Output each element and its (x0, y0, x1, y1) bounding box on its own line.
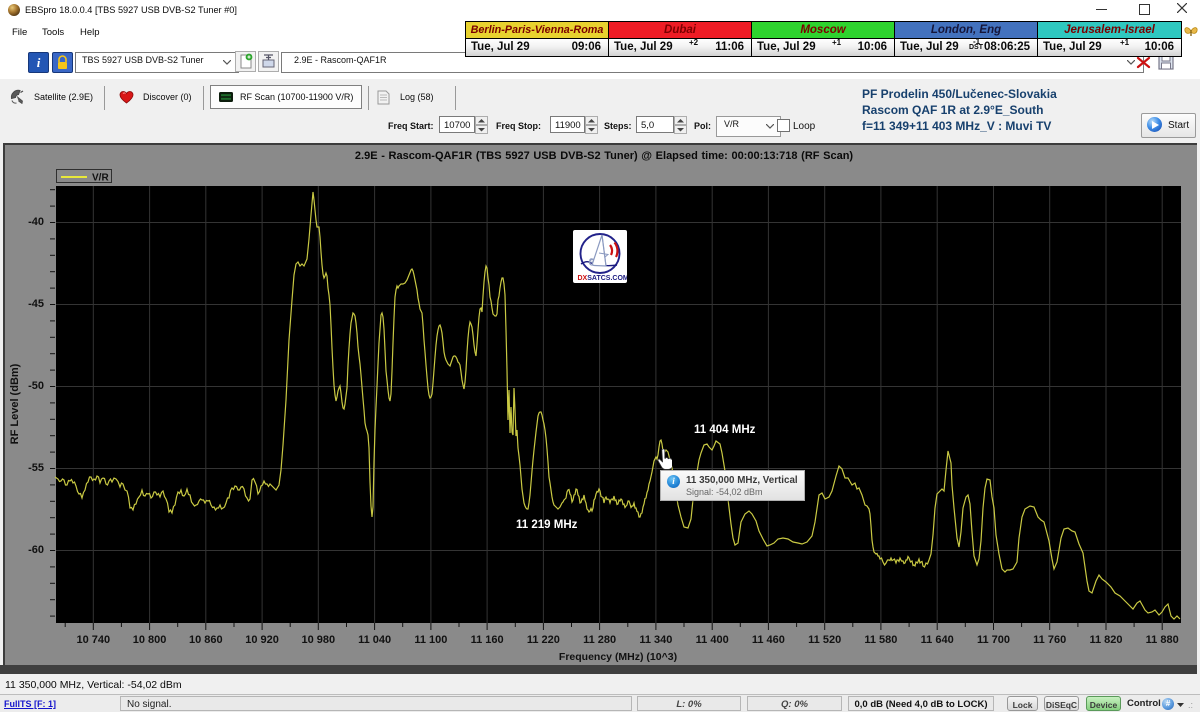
svg-text:DXSATCS.COM: DXSATCS.COM (578, 275, 628, 282)
svg-text:V/R: V/R (92, 173, 109, 184)
